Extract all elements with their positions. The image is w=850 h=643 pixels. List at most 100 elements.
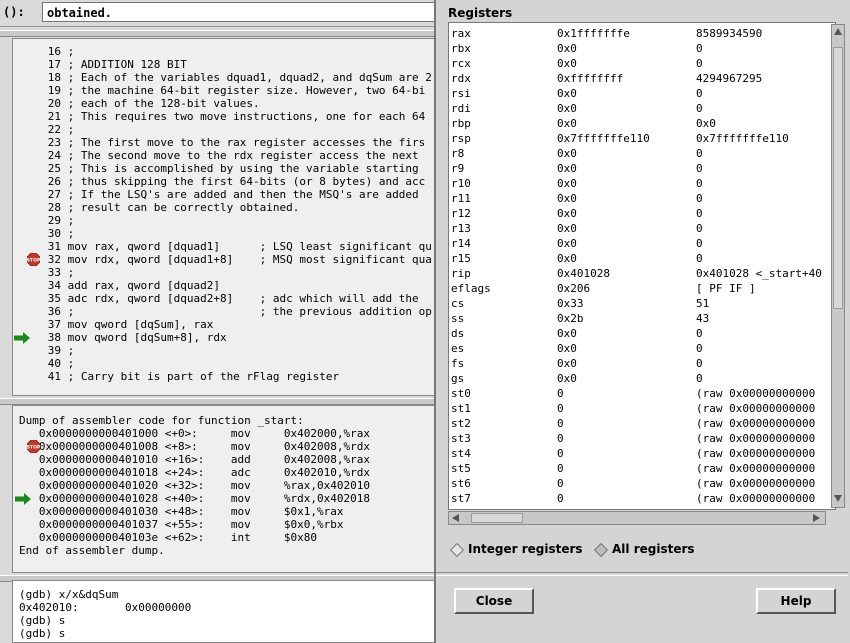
- source-line[interactable]: 25 ; This is accomplished by using the v…: [17, 162, 419, 175]
- register-row[interactable]: r9 0x0 0: [449, 161, 829, 176]
- register-row[interactable]: fs 0x0 0: [449, 356, 829, 371]
- scroll-left-icon[interactable]: [452, 514, 459, 522]
- asm-line[interactable]: 0x000000000040103e <+62>: int $0x80: [19, 531, 317, 544]
- breakpoint-stop-icon[interactable]: STOP: [27, 439, 41, 454]
- scroll-up-icon[interactable]: [834, 28, 842, 35]
- register-row[interactable]: st0 0 (raw 0x00000000000: [449, 386, 829, 401]
- gdb-console[interactable]: (gdb) x/x&dqSum 0x402010: 0x00000000 (gdb)…: [12, 580, 436, 643]
- register-row[interactable]: r15 0x0 0: [449, 251, 829, 266]
- register-name: eflags: [451, 282, 491, 295]
- register-row[interactable]: st6 0 (raw 0x00000000000: [449, 476, 829, 491]
- register-row[interactable]: rdx 0xffffffff 4294967295: [449, 71, 829, 86]
- register-natural-value: 0: [696, 357, 703, 370]
- pane-sash[interactable]: [0, 398, 436, 405]
- register-row[interactable]: st5 0 (raw 0x00000000000: [449, 461, 829, 476]
- source-line[interactable]: 34 add rax, qword [dquad2]: [17, 279, 220, 292]
- register-row[interactable]: rdi 0x0 0: [449, 101, 829, 116]
- scroll-thumb[interactable]: [833, 47, 843, 309]
- source-line[interactable]: 22 ;: [17, 123, 75, 136]
- breakpoint-stop-icon[interactable]: STOP: [27, 252, 41, 267]
- register-natural-value: 0: [696, 192, 703, 205]
- asm-line[interactable]: 0x0000000000401008 <+8>: mov 0x402008,%r…: [19, 440, 370, 453]
- source-line[interactable]: 30 ;: [17, 227, 75, 240]
- register-row[interactable]: r14 0x0 0: [449, 236, 829, 251]
- source-text: mov qword [dqSum], rax: [61, 318, 214, 331]
- source-line[interactable]: 18 ; Each of the variables dquad1, dquad…: [17, 71, 432, 84]
- source-line[interactable]: 16 ;: [17, 45, 75, 58]
- source-line[interactable]: 26 ; thus skipping the first 64-bits (or…: [17, 175, 426, 188]
- close-button[interactable]: Close: [454, 588, 534, 614]
- register-row[interactable]: st2 0 (raw 0x00000000000: [449, 416, 829, 431]
- register-row[interactable]: rcx 0x0 0: [449, 56, 829, 71]
- register-value: 0x0: [557, 237, 577, 250]
- register-row[interactable]: rip 0x401028 0x401028 <_start+40: [449, 266, 829, 281]
- line-number: 39: [47, 344, 61, 357]
- register-row[interactable]: eflags 0x206 [ PF IF ]: [449, 281, 829, 296]
- source-line[interactable]: 20 ; each of the 128-bit values.: [17, 97, 260, 110]
- register-row[interactable]: gs 0x0 0: [449, 371, 829, 386]
- asm-line[interactable]: 0x0000000000401000 <+0>: mov 0x402000,%r…: [19, 427, 370, 440]
- register-row[interactable]: ss 0x2b 43: [449, 311, 829, 326]
- register-row[interactable]: st7 0 (raw 0x00000000000: [449, 491, 829, 506]
- horizontal-scrollbar[interactable]: [448, 511, 826, 525]
- source-line[interactable]: 24 ; The second move to the rdx register…: [17, 149, 419, 162]
- asm-line[interactable]: 0x0000000000401037 <+55>: mov $0x0,%rbx: [19, 518, 344, 531]
- scroll-right-icon[interactable]: [813, 514, 820, 522]
- source-line[interactable]: 27 ; If the LSQ's are added and then the…: [17, 188, 419, 201]
- asm-line[interactable]: 0x0000000000401028 <+40>: mov %rdx,0x402…: [19, 492, 370, 505]
- register-row[interactable]: r8 0x0 0: [449, 146, 829, 161]
- source-pane[interactable]: 16 ; 17 ; ADDITION 128 BIT 18 ; Each of th…: [12, 38, 436, 396]
- source-line[interactable]: 36 ; ; the previous addition op: [17, 305, 432, 318]
- pane-sash[interactable]: [0, 30, 436, 37]
- register-name: rcx: [451, 57, 471, 70]
- asm-line[interactable]: 0x0000000000401020 <+32>: mov %rax,0x402…: [19, 479, 370, 492]
- source-line[interactable]: 28 ; result can be correctly obtained.: [17, 201, 300, 214]
- source-line[interactable]: 37 mov qword [dqSum], rax: [17, 318, 214, 331]
- register-row[interactable]: rsi 0x0 0: [449, 86, 829, 101]
- radio-all-registers[interactable]: All registers: [592, 541, 695, 557]
- scroll-thumb[interactable]: [471, 513, 523, 523]
- register-row[interactable]: r10 0x0 0: [449, 176, 829, 191]
- asm-line[interactable]: 0x0000000000401010 <+16>: add 0x402008,%…: [19, 453, 370, 466]
- source-line[interactable]: 32 mov rdx, qword [dquad1+8] ; MSQ most …: [17, 253, 432, 266]
- register-value: 0: [557, 462, 564, 475]
- register-row[interactable]: rbp 0x0 0x0: [449, 116, 829, 131]
- argument-input[interactable]: obtained.: [42, 2, 442, 22]
- source-line[interactable]: 23 ; The first move to the rax register …: [17, 136, 426, 149]
- assembler-pane[interactable]: Dump of assembler code for function _sta…: [12, 405, 436, 573]
- register-row[interactable]: es 0x0 0: [449, 341, 829, 356]
- asm-line[interactable]: 0x0000000000401018 <+24>: adc 0x402010,%…: [19, 466, 370, 479]
- source-line[interactable]: 19 ; the machine 64-bit register size. H…: [17, 84, 426, 97]
- register-value: 0x0: [557, 87, 577, 100]
- register-row[interactable]: st3 0 (raw 0x00000000000: [449, 431, 829, 446]
- register-list[interactable]: rax 0x1fffffffe 8589934590 rbx 0x0 0 rcx 0x0 0rd…: [448, 22, 836, 510]
- source-line[interactable]: 41 ; Carry bit is part of the rFlag regi…: [17, 370, 339, 383]
- source-line[interactable]: 35 adc rdx, qword [dquad2+8] ; adc which…: [17, 292, 419, 305]
- asm-line[interactable]: 0x0000000000401030 <+48>: mov $0x1,%rax: [19, 505, 344, 518]
- register-row[interactable]: cs 0x33 51: [449, 296, 829, 311]
- source-line[interactable]: 33 ;: [17, 266, 75, 279]
- register-row[interactable]: st1 0 (raw 0x00000000000: [449, 401, 829, 416]
- source-line[interactable]: 38 mov qword [dqSum+8], rdx: [17, 331, 227, 344]
- scroll-down-icon[interactable]: [834, 495, 842, 502]
- register-row[interactable]: r11 0x0 0: [449, 191, 829, 206]
- register-row[interactable]: rbx 0x0 0: [449, 41, 829, 56]
- source-line[interactable]: 29 ;: [17, 214, 75, 227]
- source-line[interactable]: 40 ;: [17, 357, 75, 370]
- source-line[interactable]: 17 ; ADDITION 128 BIT: [17, 58, 187, 71]
- help-button[interactable]: Help: [756, 588, 836, 614]
- register-row[interactable]: r12 0x0 0: [449, 206, 829, 221]
- register-row[interactable]: rsp 0x7fffffffe110 0x7fffffffe110: [449, 131, 829, 146]
- source-line[interactable]: 31 mov rax, qword [dquad1] ; LSQ least s…: [17, 240, 432, 253]
- vertical-scrollbar[interactable]: [831, 24, 845, 508]
- register-row[interactable]: rax 0x1fffffffe 8589934590: [449, 26, 829, 41]
- register-row[interactable]: ds 0x0 0: [449, 326, 829, 341]
- register-natural-value: 8589934590: [696, 27, 763, 40]
- register-natural-value: 0: [696, 237, 703, 250]
- radio-integer-registers[interactable]: Integer registers: [448, 541, 583, 557]
- register-row[interactable]: r13 0x0 0: [449, 221, 829, 236]
- source-line[interactable]: 21 ; This requires two move instructions…: [17, 110, 426, 123]
- source-line[interactable]: 39 ;: [17, 344, 75, 357]
- register-row[interactable]: st4 0 (raw 0x00000000000: [449, 446, 829, 461]
- register-name: fs: [451, 357, 465, 370]
